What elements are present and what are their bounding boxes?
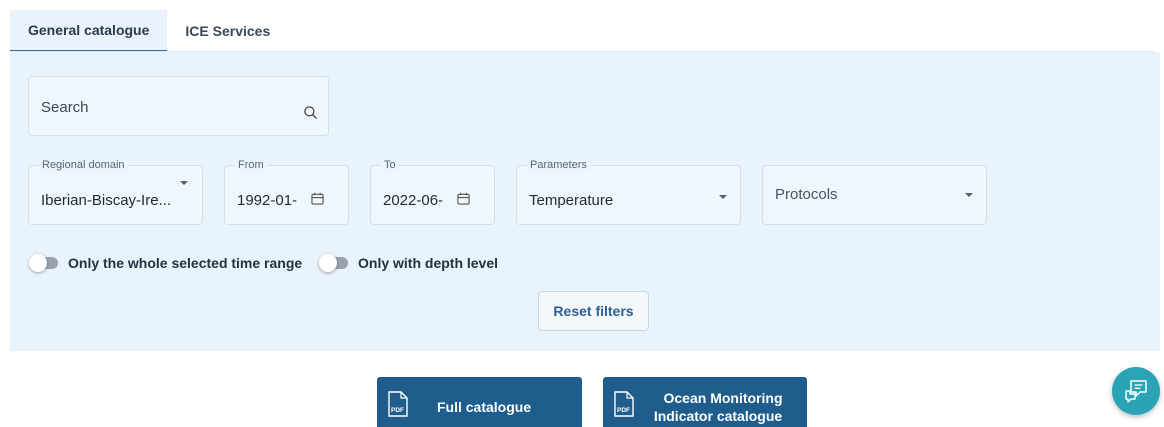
full-catalogue-button[interactable]: PDF Full catalogue — [377, 377, 582, 427]
toggle-knob — [29, 254, 47, 272]
regional-domain-value: Iberian-Biscay-Ire... — [41, 192, 172, 209]
to-date-label: To — [381, 159, 399, 172]
pdf-icon-text: PDF — [617, 407, 630, 414]
chat-icon — [1125, 380, 1147, 403]
parameters-select[interactable]: Parameters Temperature — [516, 159, 741, 225]
pdf-icon-text: PDF — [391, 407, 404, 414]
chat-button[interactable] — [1112, 367, 1160, 415]
tab-ice-services[interactable]: ICE Services — [167, 10, 288, 52]
omi-catalogue-button[interactable]: PDF Ocean Monitoring Indicator catalogue — [603, 377, 807, 427]
pdf-icon: PDF — [388, 391, 408, 417]
toggle-depth-level-label: Only with depth level — [358, 255, 499, 271]
filters-panel: Regional domain Iberian-Biscay-Ire... Fr… — [10, 52, 1160, 351]
chevron-down-icon — [965, 193, 973, 197]
from-date-value: 1992-01- — [237, 192, 298, 209]
regional-domain-label: Regional domain — [39, 159, 128, 172]
protocols-placeholder: Protocols — [775, 186, 838, 203]
from-date-field[interactable]: From 1992-01- — [224, 159, 349, 225]
calendar-icon[interactable] — [311, 192, 324, 205]
toggle-whole-time-range-label: Only the whole selected time range — [68, 255, 303, 271]
from-date-label: From — [235, 159, 267, 172]
omi-catalogue-label-line1: Ocean Monitoring — [663, 390, 783, 406]
regional-domain-select[interactable]: Regional domain Iberian-Biscay-Ire... — [28, 159, 203, 225]
omi-catalogue-label-line2: Indicator catalogue — [653, 408, 783, 424]
toggle-whole-time-range-row: Only the whole selected time range — [29, 253, 303, 273]
tab-general-catalogue[interactable]: General catalogue — [10, 10, 168, 52]
calendar-icon[interactable] — [457, 192, 470, 205]
pdf-icon: PDF — [614, 391, 634, 417]
parameters-value: Temperature — [529, 192, 614, 209]
search-box — [28, 76, 329, 136]
reset-filters-button[interactable]: Reset filters — [538, 291, 649, 331]
to-date-value: 2022-06- — [383, 192, 444, 209]
full-catalogue-label: Full catalogue — [437, 399, 532, 415]
parameters-label: Parameters — [527, 159, 590, 172]
toggle-depth-level[interactable] — [319, 254, 348, 272]
to-date-field[interactable]: To 2022-06- — [370, 159, 495, 225]
chevron-down-icon — [719, 195, 727, 199]
chevron-down-icon — [180, 181, 188, 185]
protocols-select[interactable]: Protocols — [762, 165, 987, 225]
search-input[interactable] — [41, 87, 291, 127]
catalogue-tabs: General catalogue ICE Services — [10, 10, 288, 52]
toggle-knob — [319, 254, 337, 272]
search-icon[interactable] — [303, 105, 318, 120]
toggle-depth-level-row: Only with depth level — [319, 253, 499, 273]
toggle-whole-time-range[interactable] — [29, 254, 58, 272]
